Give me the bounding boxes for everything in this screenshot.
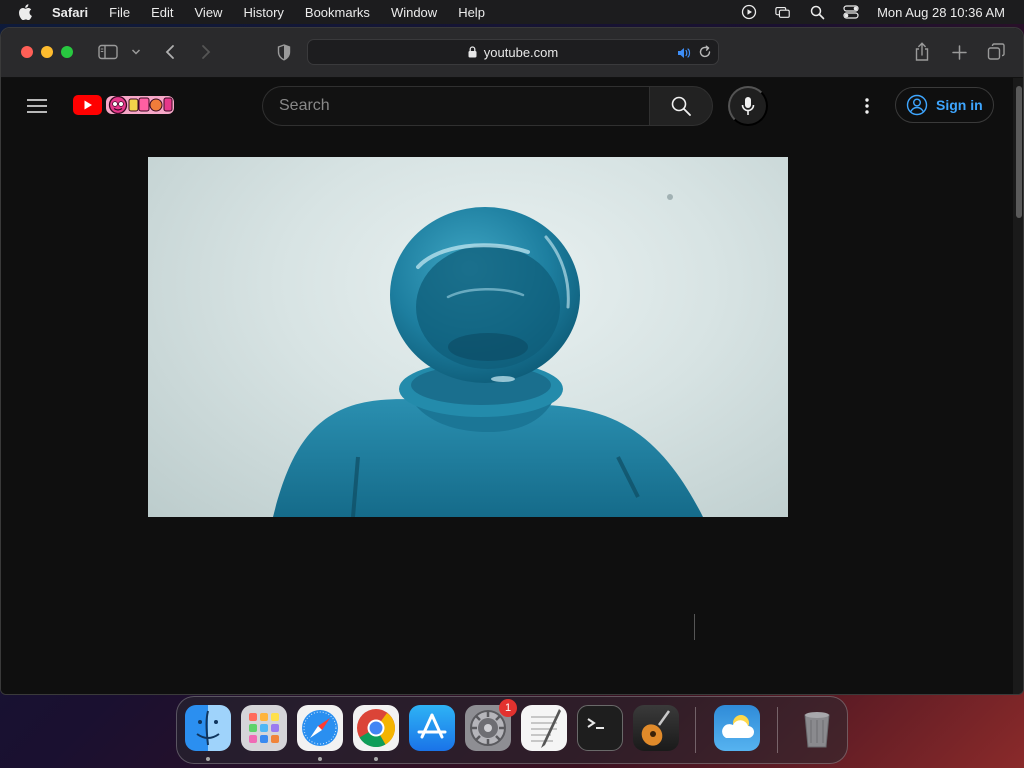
dock-separator [695,707,696,753]
tab-overview-icon[interactable] [986,42,1006,62]
youtube-page: Sign in [1,78,1013,694]
search-input[interactable] [279,97,650,115]
menu-view[interactable]: View [195,5,223,20]
terminal-icon[interactable] [577,705,623,751]
menu-help[interactable]: Help [458,5,485,20]
dock: 1 [176,696,848,764]
reload-icon[interactable] [698,45,712,59]
hamburger-menu-icon[interactable] [27,98,47,114]
play-circle-icon[interactable] [741,4,757,20]
finder-running-indicator [206,757,210,761]
video-player[interactable] [148,157,788,517]
menu-file[interactable]: File [109,5,130,20]
video-frame-astronaut [273,194,703,517]
chevron-down-icon[interactable] [130,45,142,59]
share-icon[interactable] [913,41,931,63]
menu-bar-clock[interactable]: Mon Aug 28 10:36 AM [877,5,1005,20]
minimize-window-button[interactable] [41,46,53,58]
youtube-doodle-logo[interactable] [73,94,175,116]
search-icon [671,96,691,116]
notification-badge: 1 [499,699,517,717]
forward-icon[interactable] [197,43,215,61]
privacy-shield-icon[interactable] [275,42,293,62]
address-bar[interactable]: youtube.com [307,39,719,65]
page-scrollbar[interactable] [1013,78,1023,694]
new-tab-icon[interactable] [950,43,968,61]
menu-bookmarks[interactable]: Bookmarks [305,5,370,20]
safari-icon[interactable] [297,705,343,751]
text-cursor-line [694,614,695,640]
weather-icon[interactable] [714,705,760,751]
apple-menu-icon[interactable] [18,4,34,20]
safari-window: youtube.com Search Sign in [0,27,1024,695]
fullscreen-window-button[interactable] [61,46,73,58]
sign-in-button[interactable]: Sign in [895,87,994,123]
dock-separator [777,707,778,753]
trash-icon[interactable] [794,705,840,751]
menu-bar: Safari File Edit View History Bookmarks … [0,0,1024,24]
screen-mirroring-icon[interactable] [775,4,791,20]
app-store-icon[interactable] [409,705,455,751]
safari-toolbar: youtube.com [1,28,1023,78]
search-button[interactable] [649,86,713,126]
back-icon[interactable] [161,43,179,61]
microphone-icon [741,97,755,115]
chrome-icon[interactable] [353,705,399,751]
finder-icon[interactable] [185,705,231,751]
scrollbar-thumb[interactable] [1016,86,1022,218]
sign-in-label: Sign in [936,97,983,113]
menu-edit[interactable]: Edit [151,5,173,20]
menu-history[interactable]: History [243,5,283,20]
control-center-icon[interactable] [843,4,859,20]
menu-app-name[interactable]: Safari [52,5,88,20]
chrome-running-indicator [374,757,378,761]
launchpad-icon[interactable] [241,705,287,751]
close-window-button[interactable] [21,46,33,58]
textedit-icon[interactable] [521,705,567,751]
address-bar-url: youtube.com [483,44,559,60]
search-field[interactable] [262,86,650,126]
more-options-icon[interactable] [857,96,877,116]
audio-playing-icon[interactable] [676,45,692,61]
safari-running-indicator [318,757,322,761]
spotlight-search-icon[interactable] [809,4,825,20]
menu-window[interactable]: Window [391,5,437,20]
lock-icon [468,46,478,58]
system-settings-icon[interactable]: 1 [465,699,517,751]
voice-search-button[interactable] [728,86,768,126]
account-circle-icon [906,94,928,116]
garageband-icon[interactable] [633,705,679,751]
sidebar-icon[interactable] [97,43,119,61]
